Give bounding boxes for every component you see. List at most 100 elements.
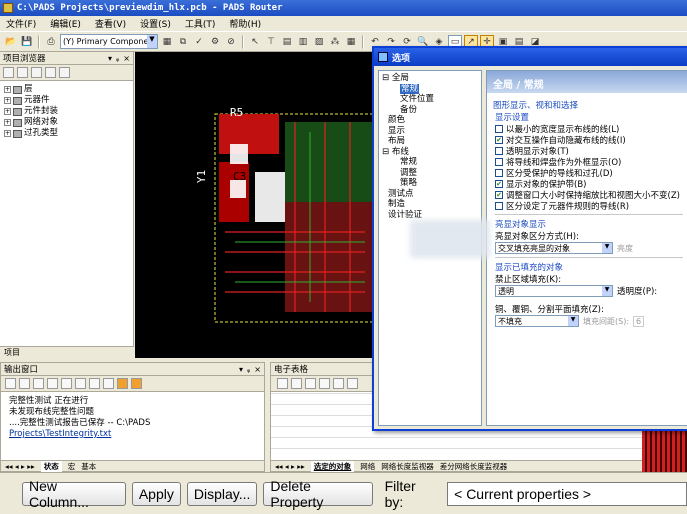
- print-icon[interactable]: [89, 378, 100, 389]
- pin-icon[interactable]: ᵩ: [247, 365, 250, 374]
- nav-arrows-icon[interactable]: ◂◂ ◂ ▸ ▸▸: [275, 462, 305, 471]
- refresh-icon[interactable]: [47, 378, 58, 389]
- grid-icon[interactable]: ▦: [344, 35, 358, 49]
- checkbox-auto-hide[interactable]: ✔ 对交互操作自动隐藏布线的线(I): [495, 134, 687, 146]
- checkbox[interactable]: [495, 168, 503, 177]
- checkbox-protected[interactable]: 区分受保护的导线和过孔(D): [495, 167, 687, 179]
- checkbox[interactable]: ✔: [495, 190, 503, 199]
- tab-nets[interactable]: 网络: [360, 461, 375, 472]
- project-tab[interactable]: 项目: [0, 346, 134, 358]
- checkbox-guard-band[interactable]: ✔ 显示对象的保护带(B): [495, 178, 687, 190]
- properties-icon[interactable]: [59, 67, 70, 78]
- close-icon[interactable]: ×: [123, 54, 130, 63]
- expand-plus-icon[interactable]: +: [4, 108, 11, 115]
- menu-view[interactable]: 查看(V): [95, 17, 126, 30]
- checkbox[interactable]: ✔: [495, 135, 503, 144]
- close-icon[interactable]: ×: [254, 365, 261, 374]
- expand-icon[interactable]: [3, 67, 14, 78]
- measure-icon[interactable]: ⚙: [208, 35, 222, 49]
- menu-setup[interactable]: 设置(S): [140, 17, 171, 30]
- tab-diff-net-length[interactable]: 差分网络长度监视器: [440, 461, 508, 472]
- tree-node-tuning[interactable]: 调整: [382, 168, 478, 179]
- tree-node-routing[interactable]: ⊟ 布线: [382, 147, 478, 158]
- checkbox[interactable]: [495, 124, 503, 133]
- pin-icon[interactable]: ᵩ: [116, 54, 119, 63]
- tab-net-length[interactable]: 网络长度监视器: [381, 461, 434, 472]
- checkbox-min-width[interactable]: 以最小的宽度显示布线的线(L): [495, 123, 687, 135]
- lasso-icon[interactable]: ✓: [192, 35, 206, 49]
- new-column-button[interactable]: New Column...: [22, 478, 126, 510]
- select-icon[interactable]: ↖: [248, 35, 262, 49]
- expand-plus-icon[interactable]: +: [4, 119, 11, 126]
- checkbox-component-rules[interactable]: 区分设定了元器件规则的导线(R): [495, 200, 687, 212]
- tree-item-components[interactable]: + 元器件: [4, 95, 129, 106]
- tab-basic[interactable]: 基本: [81, 461, 96, 472]
- tree-node-backup[interactable]: 备份: [382, 105, 478, 116]
- back-icon[interactable]: [5, 378, 16, 389]
- paste-icon[interactable]: [45, 67, 56, 78]
- open-icon[interactable]: 📂: [4, 35, 18, 49]
- fill-spacing-input[interactable]: 6: [633, 315, 645, 327]
- stop-icon[interactable]: [33, 378, 44, 389]
- expand-plus-icon[interactable]: +: [4, 97, 11, 104]
- copy-icon[interactable]: [31, 67, 42, 78]
- menu-tools[interactable]: 工具(T): [185, 17, 216, 30]
- tree-node-strategy[interactable]: 策略: [382, 178, 478, 189]
- component-icon[interactable]: ▤: [280, 35, 294, 49]
- delete-icon[interactable]: [75, 378, 86, 389]
- grid-icon[interactable]: [131, 378, 142, 389]
- tree-node-global[interactable]: ⊟ 全局: [382, 73, 478, 84]
- route-icon[interactable]: ⊤: [264, 35, 278, 49]
- sheet-tool-icon[interactable]: [347, 378, 358, 389]
- checkbox-transparent[interactable]: 透明显示对象(T): [495, 145, 687, 157]
- tab-selected-objects[interactable]: 选定的对象: [310, 460, 355, 472]
- layer-settings-icon[interactable]: ▦: [160, 35, 174, 49]
- display-button[interactable]: Display...: [186, 481, 258, 506]
- checkbox[interactable]: [495, 146, 503, 155]
- find-icon[interactable]: [103, 378, 114, 389]
- sheet-tool-icon[interactable]: [333, 378, 344, 389]
- tree-item-nets[interactable]: + 网络对象: [4, 117, 129, 128]
- checkbox[interactable]: [495, 201, 503, 210]
- nav-arrows-icon[interactable]: ◂◂ ◂ ▸ ▸▸: [5, 462, 35, 471]
- tree-node-manufacturing[interactable]: 制造: [382, 199, 478, 210]
- keepout-fill-select[interactable]: 透明 ▼: [495, 285, 613, 297]
- tree-node-placement[interactable]: 布局: [382, 136, 478, 147]
- tree-node-design-verify[interactable]: 设计验证: [382, 210, 478, 221]
- sheet-tool-icon[interactable]: [305, 378, 316, 389]
- tab-macro[interactable]: 宏: [68, 461, 76, 472]
- copy-icon[interactable]: [61, 378, 72, 389]
- tree-item-layers[interactable]: + 层: [4, 84, 129, 95]
- pcb-canvas[interactable]: R5 Y1 C3: [135, 52, 375, 358]
- menu-help[interactable]: 帮助(H): [229, 17, 261, 30]
- menu-edit[interactable]: 编辑(E): [50, 17, 81, 30]
- filter-select[interactable]: < Current properties >: [447, 481, 687, 506]
- tree-node-colors[interactable]: 颜色: [382, 115, 478, 126]
- tree-item-vias[interactable]: + 过孔类型: [4, 128, 129, 139]
- delete-property-button[interactable]: Delete Property: [263, 478, 373, 510]
- output-report-link[interactable]: Projects\TestIntegrity.txt: [9, 429, 256, 440]
- copper-fill-select[interactable]: 不填充 ▼: [495, 315, 579, 327]
- forward-icon[interactable]: [19, 378, 30, 389]
- sheet-tool-icon[interactable]: [277, 378, 288, 389]
- verify-icon[interactable]: ⁂: [328, 35, 342, 49]
- sheet-tool-icon[interactable]: [319, 378, 330, 389]
- menu-arrow-icon[interactable]: ▾: [239, 365, 243, 374]
- menu-arrow-icon[interactable]: ▾: [108, 54, 112, 63]
- checkbox-keep-zoom[interactable]: ✔ 调整窗口大小时保持缩放比和视图大小不变(Z): [495, 189, 687, 201]
- checkbox-outline[interactable]: 将导线和焊盘作为外框显示(O): [495, 156, 687, 168]
- tree-node-general[interactable]: 常规: [382, 83, 478, 95]
- drc-icon[interactable]: ⊘: [224, 35, 238, 49]
- copy-icon[interactable]: ⧉: [176, 35, 190, 49]
- print-icon[interactable]: ⎙: [44, 35, 58, 49]
- tab-status[interactable]: 状态: [40, 460, 62, 472]
- menu-file[interactable]: 文件(F): [6, 17, 36, 30]
- report-icon[interactable]: ▨: [312, 35, 326, 49]
- tree-node-file-locations[interactable]: 文件位置: [382, 94, 478, 105]
- sheet-tool-icon[interactable]: [291, 378, 302, 389]
- checkbox[interactable]: ✔: [495, 179, 503, 188]
- highlight-mode-select[interactable]: 交叉填充亮显的对象 ▼: [495, 242, 613, 254]
- tree-node-display[interactable]: 显示: [382, 126, 478, 137]
- net-icon[interactable]: ▥: [296, 35, 310, 49]
- checkbox[interactable]: [495, 157, 503, 166]
